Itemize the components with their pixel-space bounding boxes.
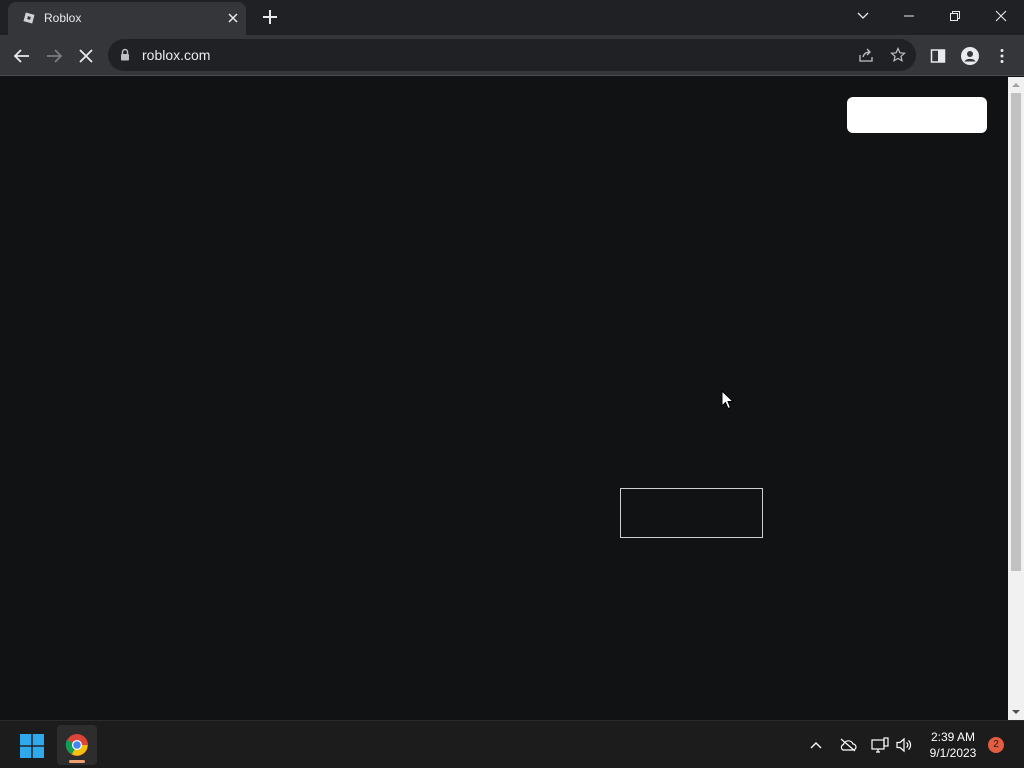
top-right-button[interactable] bbox=[847, 97, 987, 133]
scroll-up-icon[interactable] bbox=[1012, 81, 1020, 89]
close-tab-icon[interactable] bbox=[224, 9, 242, 27]
chevron-up-icon bbox=[810, 742, 822, 749]
profile-button[interactable] bbox=[956, 42, 984, 70]
mouse-cursor-icon bbox=[721, 390, 734, 410]
stop-loading-button[interactable] bbox=[72, 42, 100, 70]
chrome-icon bbox=[65, 734, 88, 756]
address-bar[interactable]: roblox.com bbox=[108, 39, 916, 71]
lock-icon bbox=[121, 48, 129, 61]
arrow-right-icon bbox=[47, 49, 63, 63]
close-window-button[interactable] bbox=[978, 0, 1024, 32]
onedrive-tray-button[interactable] bbox=[838, 735, 858, 755]
vertical-scrollbar[interactable] bbox=[1008, 77, 1024, 720]
taskbar-clock[interactable]: 2:39 AM 9/1/2023 bbox=[922, 729, 984, 761]
minimize-button[interactable] bbox=[886, 0, 932, 32]
more-vertical-icon bbox=[1000, 49, 1004, 63]
arrow-left-icon bbox=[13, 49, 29, 63]
network-tray-button[interactable] bbox=[870, 735, 890, 755]
tab-title: Roblox bbox=[44, 11, 82, 25]
forward-button[interactable] bbox=[40, 42, 68, 70]
show-hidden-icons-button[interactable] bbox=[806, 735, 826, 755]
tab-search-button[interactable] bbox=[840, 0, 886, 32]
side-panel-icon bbox=[930, 49, 946, 63]
tab-strip: Roblox bbox=[0, 0, 1024, 35]
tab-roblox[interactable]: Roblox bbox=[8, 2, 246, 35]
avatar-icon bbox=[961, 47, 979, 65]
clock-time: 2:39 AM bbox=[930, 730, 976, 744]
bookmark-button[interactable] bbox=[888, 45, 908, 65]
taskbar: 2:39 AM 9/1/2023 2 bbox=[0, 720, 1024, 768]
volume-tray-button[interactable] bbox=[894, 735, 914, 755]
new-tab-icon[interactable] bbox=[259, 6, 281, 28]
close-icon bbox=[995, 10, 1007, 22]
clock-date: 9/1/2023 bbox=[929, 746, 977, 760]
network-icon bbox=[871, 737, 889, 753]
menu-button[interactable] bbox=[988, 42, 1016, 70]
cloud-off-icon bbox=[840, 738, 857, 752]
scroll-down-icon[interactable] bbox=[1012, 708, 1020, 716]
restore-icon bbox=[950, 11, 960, 21]
active-app-indicator bbox=[69, 760, 85, 763]
share-button[interactable] bbox=[856, 45, 876, 65]
close-icon bbox=[79, 49, 93, 63]
chevron-down-icon bbox=[857, 12, 869, 19]
url-text: roblox.com bbox=[142, 47, 211, 63]
minimize-icon bbox=[904, 15, 914, 17]
side-panel-button[interactable] bbox=[924, 42, 952, 70]
notification-badge[interactable]: 2 bbox=[988, 737, 1004, 753]
speaker-icon bbox=[896, 737, 912, 753]
windows-start-icon[interactable] bbox=[20, 734, 44, 758]
page-viewport bbox=[0, 77, 1008, 720]
roblox-favicon-icon bbox=[23, 12, 35, 24]
restore-button[interactable] bbox=[932, 0, 978, 32]
outlined-button[interactable] bbox=[620, 488, 763, 538]
share-icon bbox=[859, 48, 873, 62]
scrollbar-thumb[interactable] bbox=[1011, 93, 1021, 571]
chrome-taskbar-button[interactable] bbox=[57, 725, 97, 765]
back-button[interactable] bbox=[8, 42, 36, 70]
star-icon bbox=[890, 47, 906, 63]
browser-toolbar: roblox.com bbox=[0, 35, 1024, 76]
